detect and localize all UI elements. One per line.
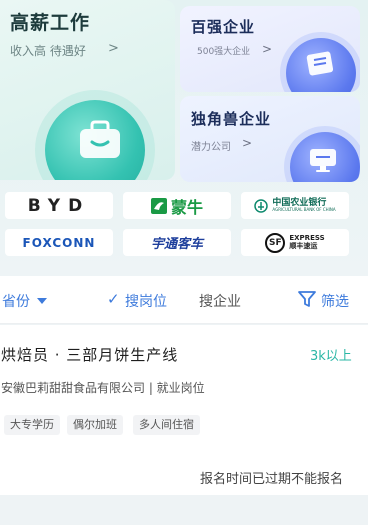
- caret-down-icon[interactable]: [37, 298, 47, 304]
- unicorn-subtitle: 潜力公司: [191, 142, 231, 153]
- logo-yutong-text: 宇通客车: [150, 237, 203, 252]
- high-pay-arrow: >: [108, 41, 119, 56]
- high-pay-title: 高薪工作: [10, 12, 91, 34]
- tab-search-jobs[interactable]: 搜岗位: [125, 291, 167, 311]
- logo-byd[interactable]: BYD: [5, 192, 113, 219]
- list-bottom-spacer: [0, 495, 368, 525]
- logo-byd-text: BYD: [27, 195, 91, 216]
- job-tag: 大专学历: [4, 415, 60, 435]
- job-title: 烘焙员 · 三部月饼生产线: [1, 346, 179, 364]
- check-icon: ✓: [107, 290, 120, 308]
- book-icon: [306, 51, 334, 76]
- logo-sf-cn: 顺丰速运: [289, 241, 318, 250]
- high-pay-card[interactable]: 高薪工作 收入高 待遇好 >: [0, 0, 175, 180]
- job-company: 安徽巴莉甜甜食品有限公司 | 就业岗位: [1, 381, 205, 395]
- province-dropdown[interactable]: 省份: [2, 291, 30, 311]
- logo-sf-badge: SF: [265, 232, 286, 253]
- top500-subtitle: 500强大企业: [197, 47, 251, 57]
- abc-bank-icon: [254, 198, 269, 213]
- unicorn-arrow: >: [242, 136, 253, 150]
- unicorn-card[interactable]: 独角兽企业 潜力公司 >: [180, 96, 360, 182]
- funnel-icon[interactable]: [297, 290, 317, 308]
- briefcase-icon: [80, 120, 120, 158]
- logo-sf[interactable]: SF EXPRESS 顺丰速运: [241, 229, 349, 256]
- logo-yutong[interactable]: 宇通客车: [123, 229, 231, 256]
- job-status: 报名时间已过期不能报名: [200, 472, 344, 487]
- unicorn-title: 独角兽企业: [191, 110, 272, 128]
- mengniu-leaf-icon: [150, 197, 167, 214]
- filter-button[interactable]: 筛选: [321, 291, 349, 311]
- logo-foxconn-text: FOXCONN: [22, 235, 96, 250]
- filter-bar: 省份 ✓ 搜岗位 搜企业 筛选: [0, 276, 368, 324]
- top500-card[interactable]: 百强企业 500强大企业 >: [180, 6, 360, 92]
- job-card[interactable]: 烘焙员 · 三部月饼生产线 3k以上 安徽巴莉甜甜食品有限公司 | 就业岗位 大…: [0, 325, 368, 525]
- job-tag: 多人间住宿: [133, 415, 200, 435]
- high-pay-subtitle: 收入高 待遇好: [10, 44, 86, 58]
- tab-search-companies[interactable]: 搜企业: [199, 291, 241, 311]
- top-section: 高薪工作 收入高 待遇好 > 百强企业 500强大企业 > 独角兽企业 潜力公司…: [0, 0, 368, 276]
- top500-arrow: >: [262, 42, 273, 56]
- job-tag: 偶尔加班: [67, 415, 123, 435]
- monitor-icon: [310, 149, 336, 172]
- job-salary: 3k以上: [310, 349, 352, 364]
- top500-title: 百强企业: [191, 18, 256, 36]
- logo-abc[interactable]: 中国农业银行 AGRICULTURAL BANK OF CHINA: [241, 192, 349, 219]
- logo-foxconn[interactable]: FOXCONN: [5, 229, 113, 256]
- logo-mengniu[interactable]: 蒙牛: [123, 192, 231, 219]
- logo-mengniu-text: 蒙牛: [170, 197, 203, 217]
- logo-abc-sub: AGRICULTURAL BANK OF CHINA: [272, 207, 336, 212]
